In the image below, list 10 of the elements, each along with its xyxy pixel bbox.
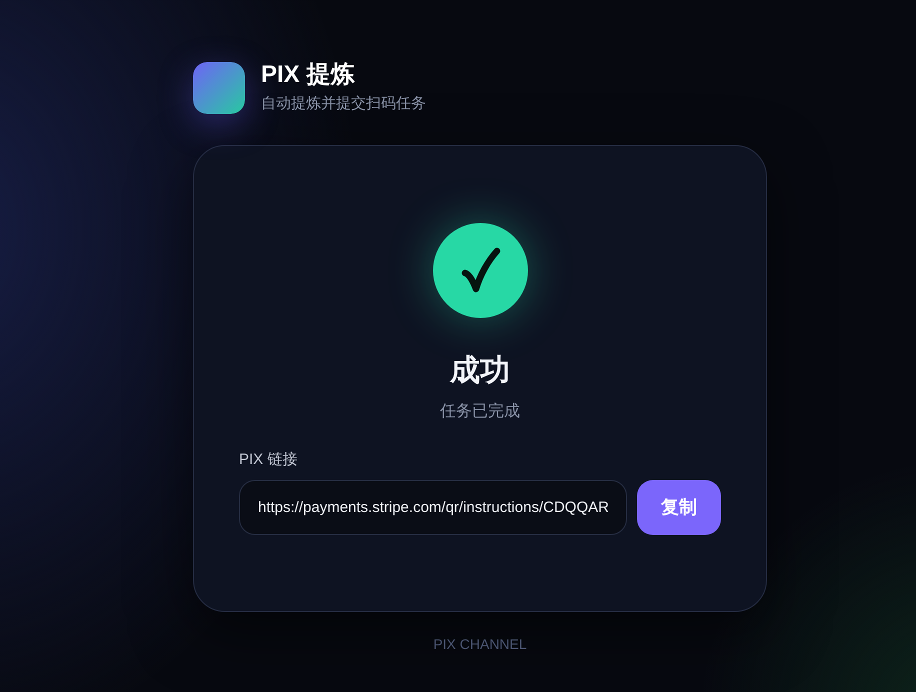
footer-text: PIX CHANNEL [433, 635, 527, 654]
field-label: PIX 链接 [239, 450, 298, 470]
app-title: PIX 提炼 [261, 61, 356, 89]
app-subtitle: 自动提炼并提交扫码任务 [261, 94, 426, 114]
copy-button[interactable]: 复制 [637, 480, 721, 535]
status-title: 成功 [450, 353, 510, 389]
link-field[interactable]: https://payments.stripe.com/qr/instructions/CDQQAR [239, 480, 627, 535]
logo-icon [193, 62, 245, 114]
status-message: 任务已完成 [440, 402, 520, 422]
success-check-icon [432, 223, 528, 318]
